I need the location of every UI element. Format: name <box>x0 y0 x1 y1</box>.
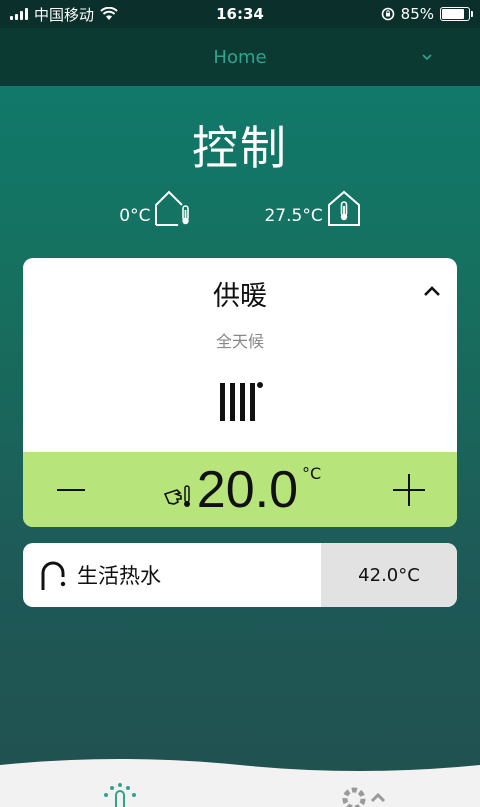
hot-water-label-area: 生活热水 <box>23 543 321 607</box>
setpoint-control-bar: 20.0 °C <box>23 452 457 527</box>
heating-title: 供暖 <box>213 281 267 312</box>
hot-water-label: 生活热水 <box>77 564 161 588</box>
nav-control-icon[interactable] <box>98 781 142 807</box>
home-selector[interactable]: Home <box>213 47 266 68</box>
increase-button[interactable] <box>391 472 427 508</box>
setpoint-display: 20.0 °C <box>163 458 321 522</box>
chevron-down-icon[interactable] <box>420 50 434 64</box>
plus-icon <box>392 473 425 506</box>
top-header: Home <box>0 28 480 86</box>
heating-card: 供暖 全天候 20.0 °C <box>23 258 457 527</box>
outdoor-temperature-value: 0°C <box>119 206 151 226</box>
heating-mode: 全天候 <box>215 332 264 351</box>
nav-background <box>0 759 480 807</box>
bottom-navigation <box>0 755 480 807</box>
minus-icon <box>57 488 85 491</box>
page-title: 控制 <box>192 121 288 175</box>
battery-fill <box>442 9 465 19</box>
signal-icon <box>10 8 28 20</box>
orientation-lock-icon <box>381 7 394 21</box>
outdoor-thermometer-icon <box>155 190 190 226</box>
indoor-thermometer-icon <box>327 190 360 226</box>
wifi-icon <box>100 7 118 20</box>
status-left: 中国移动 <box>10 4 118 25</box>
radiator-icon <box>220 382 263 421</box>
faucet-icon <box>41 561 66 590</box>
battery-icon <box>440 7 473 21</box>
setpoint-unit: °C <box>302 463 322 483</box>
hot-water-card[interactable]: 生活热水 42.0°C <box>23 543 457 607</box>
indoor-temperature-value: 27.5°C <box>264 206 323 226</box>
indoor-temperature: 27.5°C <box>264 190 360 226</box>
carrier-label: 中国移动 <box>34 5 95 24</box>
collapse-button[interactable] <box>421 280 443 302</box>
decrease-button[interactable] <box>53 472 89 508</box>
hot-water-value: 42.0°C <box>321 543 457 607</box>
status-bar: 中国移动 16:34 85% <box>0 0 480 28</box>
temperature-readouts: 0°C 27.5°C <box>0 190 480 226</box>
outdoor-temperature: 0°C <box>119 190 192 226</box>
chevron-up-icon <box>424 286 440 296</box>
status-right: 85% <box>381 5 473 23</box>
manual-hand-icon <box>163 484 190 507</box>
battery-percent: 85% <box>400 5 434 23</box>
nav-settings-icon[interactable] <box>334 779 390 807</box>
setpoint-value: 20.0 <box>196 460 299 519</box>
